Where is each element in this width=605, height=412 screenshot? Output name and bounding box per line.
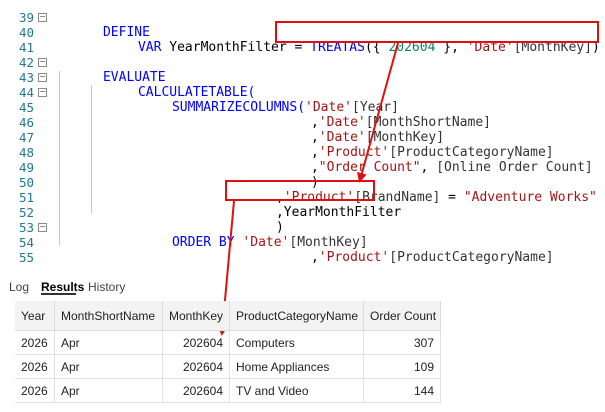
- table-cell[interactable]: 202604: [163, 331, 230, 355]
- line-number: 54: [18, 235, 34, 250]
- table-cell[interactable]: 2026: [15, 379, 55, 403]
- line-number: 50: [18, 175, 34, 190]
- column-header[interactable]: Order Count: [364, 301, 441, 331]
- column-header[interactable]: Year: [15, 301, 55, 331]
- line-number: 42: [18, 55, 34, 70]
- keyword-var: VAR: [137, 40, 162, 55]
- order-count-string: "Order Count": [318, 160, 421, 175]
- line-number: 51: [18, 190, 34, 205]
- filter-reference-highlight-box: [225, 180, 375, 201]
- code-editor[interactable]: 39−40 41 42−43−44−45 46 47 48 49 50 51 52 53−54 55 …: [0, 0, 605, 270]
- adventure-works-string: "Adventure Works": [463, 190, 597, 205]
- line-number: 40: [18, 25, 34, 40]
- results-tab-bar: Log Results History: [0, 276, 605, 298]
- table-cell[interactable]: Computers: [230, 331, 364, 355]
- line-number: 53: [18, 220, 34, 235]
- line-number: 48: [18, 145, 34, 160]
- line-number: 52: [18, 205, 34, 220]
- code-line-54: ,'Product'[ProductCategoryName]: [264, 235, 554, 280]
- results-grid[interactable]: Year MonthShortName MonthKey ProductCategor…: [15, 301, 605, 412]
- column-header[interactable]: MonthKey: [163, 301, 230, 331]
- line-number: 47: [18, 130, 34, 145]
- table-cell[interactable]: 202604: [163, 355, 230, 379]
- column-header[interactable]: ProductCategoryName: [230, 301, 364, 331]
- table-cell[interactable]: 307: [364, 331, 441, 355]
- table-cell[interactable]: 2026: [15, 331, 55, 355]
- tab-results[interactable]: Results: [41, 280, 84, 294]
- table-cell[interactable]: 202604: [163, 379, 230, 403]
- fold-toggle-icon[interactable]: −: [38, 88, 47, 97]
- column-header[interactable]: MonthShortName: [55, 301, 163, 331]
- active-tab-underline: [41, 293, 76, 295]
- fold-toggle-icon[interactable]: −: [38, 223, 47, 232]
- comma: ,: [310, 250, 319, 265]
- fold-toggle-icon[interactable]: −: [38, 73, 47, 82]
- variable-name: YearMonthFilter: [169, 40, 287, 55]
- fold-toggle-icon[interactable]: −: [38, 58, 47, 67]
- tab-history[interactable]: History: [88, 280, 125, 294]
- product-table-ref: 'Product': [318, 250, 390, 265]
- line-number: 45: [18, 100, 34, 115]
- tab-log[interactable]: Log: [9, 280, 29, 294]
- table-cell[interactable]: 109: [364, 355, 441, 379]
- line-number: 55: [18, 250, 34, 265]
- line-number: 46: [18, 115, 34, 130]
- table-cell[interactable]: Home Appliances: [230, 355, 364, 379]
- line-number: 41: [18, 40, 34, 55]
- screenshot-stage: 39−40 41 42−43−44−45 46 47 48 49 50 51 52 53−54 55 …: [0, 0, 605, 412]
- line-number: 39: [18, 10, 34, 25]
- online-order-count-measure: [Online Order Count]: [436, 160, 593, 175]
- table-cell[interactable]: Apr: [55, 379, 163, 403]
- line-number: 43: [18, 70, 34, 85]
- table-cell[interactable]: Apr: [55, 355, 163, 379]
- filter-reference: ,YearMonthFilter: [275, 205, 402, 220]
- table-cell[interactable]: TV and Video: [230, 379, 364, 403]
- treatas-highlight-box: [275, 21, 599, 43]
- line-number: 49: [18, 160, 34, 175]
- table-cell[interactable]: Apr: [55, 331, 163, 355]
- equals-sign: =: [440, 190, 464, 205]
- productcategoryname-column: [ProductCategoryName]: [389, 250, 554, 265]
- table-cell[interactable]: 2026: [15, 355, 55, 379]
- keyword-order-by: ORDER BY: [171, 235, 235, 250]
- line-number: 44: [18, 85, 34, 100]
- table-cell[interactable]: 144: [364, 379, 441, 403]
- comma: ,: [420, 160, 429, 175]
- fold-toggle-icon[interactable]: −: [38, 13, 47, 22]
